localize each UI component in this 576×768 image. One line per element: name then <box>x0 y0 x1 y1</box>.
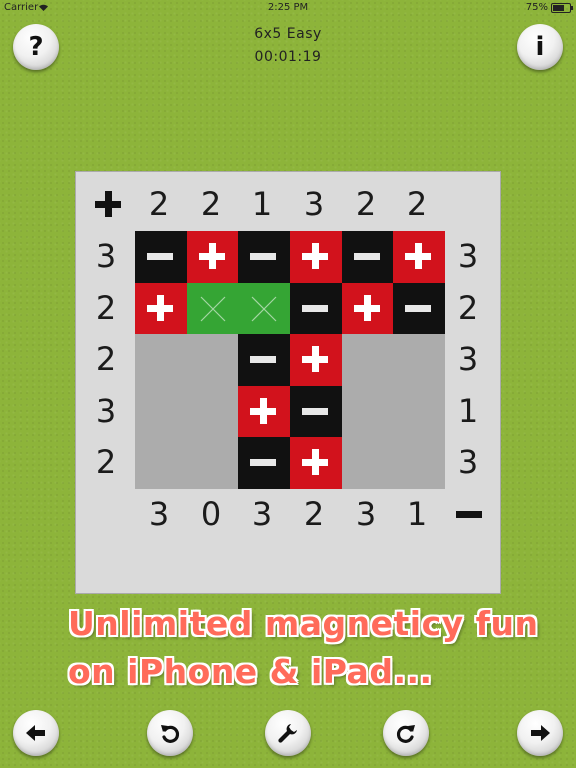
battery-percent: 75% <box>525 2 548 13</box>
cell-plus[interactable] <box>135 283 187 335</box>
cell-minus[interactable] <box>238 231 290 283</box>
row-plus-clue: 2 <box>95 443 117 481</box>
cell-unknown[interactable] <box>393 386 445 438</box>
row-minus-clue: 2 <box>457 289 479 327</box>
row-minus-clue: 1 <box>457 392 479 430</box>
cell-unknown[interactable] <box>187 437 239 489</box>
plus-corner-icon <box>82 178 134 230</box>
cell-minus[interactable] <box>135 231 187 283</box>
row-plus-clue: 3 <box>95 392 117 430</box>
row-plus-clue: 3 <box>95 237 117 275</box>
col-minus-clue: 0 <box>200 495 222 533</box>
col-minus-clue: 3 <box>251 495 273 533</box>
cell-unknown[interactable] <box>342 334 394 386</box>
minus-corner-icon <box>443 488 495 540</box>
cell-minus[interactable] <box>238 437 290 489</box>
cell-unknown[interactable] <box>135 437 187 489</box>
redo-button[interactable] <box>383 710 429 756</box>
cell-unknown[interactable] <box>187 334 239 386</box>
redo-icon <box>396 725 415 743</box>
col-plus-clue: 1 <box>251 185 273 223</box>
status-bar: Carrier 2:25 PM 75% <box>0 0 576 16</box>
cell-plus[interactable] <box>290 334 342 386</box>
timer: 00:01:19 <box>254 49 322 65</box>
col-plus-clue: 3 <box>303 185 325 223</box>
cell-unknown[interactable] <box>393 437 445 489</box>
row-plus-clue: 2 <box>95 340 117 378</box>
cell-unknown[interactable] <box>393 334 445 386</box>
cell-plus[interactable] <box>290 231 342 283</box>
cell-minus[interactable] <box>290 386 342 438</box>
cell-plus[interactable] <box>290 437 342 489</box>
cell-minus[interactable] <box>238 334 290 386</box>
row-minus-clue: 3 <box>457 237 479 275</box>
col-minus-clue: 1 <box>406 495 428 533</box>
info-button[interactable]: i <box>517 24 563 70</box>
cell-unknown[interactable] <box>342 386 394 438</box>
help-icon: ? <box>28 32 44 62</box>
help-button[interactable]: ? <box>13 24 59 70</box>
col-minus-clue: 3 <box>148 495 170 533</box>
cell-plus[interactable] <box>393 231 445 283</box>
battery-icon <box>551 3 573 13</box>
cell-unknown[interactable] <box>135 334 187 386</box>
promo-line-1: Unlimited magneticy fun <box>68 604 539 643</box>
cell-unknown[interactable] <box>187 386 239 438</box>
cell-unknown[interactable] <box>135 386 187 438</box>
col-minus-clue: 3 <box>355 495 377 533</box>
info-icon: i <box>535 32 545 62</box>
row-plus-clue: 2 <box>95 289 117 327</box>
row-minus-clue: 3 <box>457 340 479 378</box>
arrow-left-icon <box>26 725 45 741</box>
promo-line-2: on iPhone & iPad... <box>68 652 433 691</box>
wrench-icon <box>278 724 297 743</box>
col-plus-clue: 2 <box>355 185 377 223</box>
previous-button[interactable] <box>13 710 59 756</box>
row-minus-clue: 3 <box>457 443 479 481</box>
next-button[interactable] <box>517 710 563 756</box>
col-plus-clue: 2 <box>200 185 222 223</box>
arrow-right-icon <box>531 725 550 741</box>
cell-minus[interactable] <box>393 283 445 335</box>
undo-button[interactable] <box>147 710 193 756</box>
col-plus-clue: 2 <box>406 185 428 223</box>
puzzle-title: 6x5 Easy <box>254 26 322 42</box>
cell-plus[interactable] <box>342 283 394 335</box>
cell-empty-marked[interactable] <box>187 283 239 335</box>
settings-button[interactable] <box>265 710 311 756</box>
clock: 2:25 PM <box>267 2 309 13</box>
cell-empty-marked[interactable] <box>238 283 290 335</box>
cell-plus[interactable] <box>187 231 239 283</box>
cell-minus[interactable] <box>342 231 394 283</box>
col-minus-clue: 2 <box>303 495 325 533</box>
puzzle-board: 2 2 1 3 2 2 3 2 2 3 2 3 2 3 1 3 3 0 3 2 … <box>75 171 501 594</box>
cell-unknown[interactable] <box>342 437 394 489</box>
undo-icon <box>161 725 180 743</box>
cell-plus[interactable] <box>238 386 290 438</box>
cell-minus[interactable] <box>290 283 342 335</box>
col-plus-clue: 2 <box>148 185 170 223</box>
